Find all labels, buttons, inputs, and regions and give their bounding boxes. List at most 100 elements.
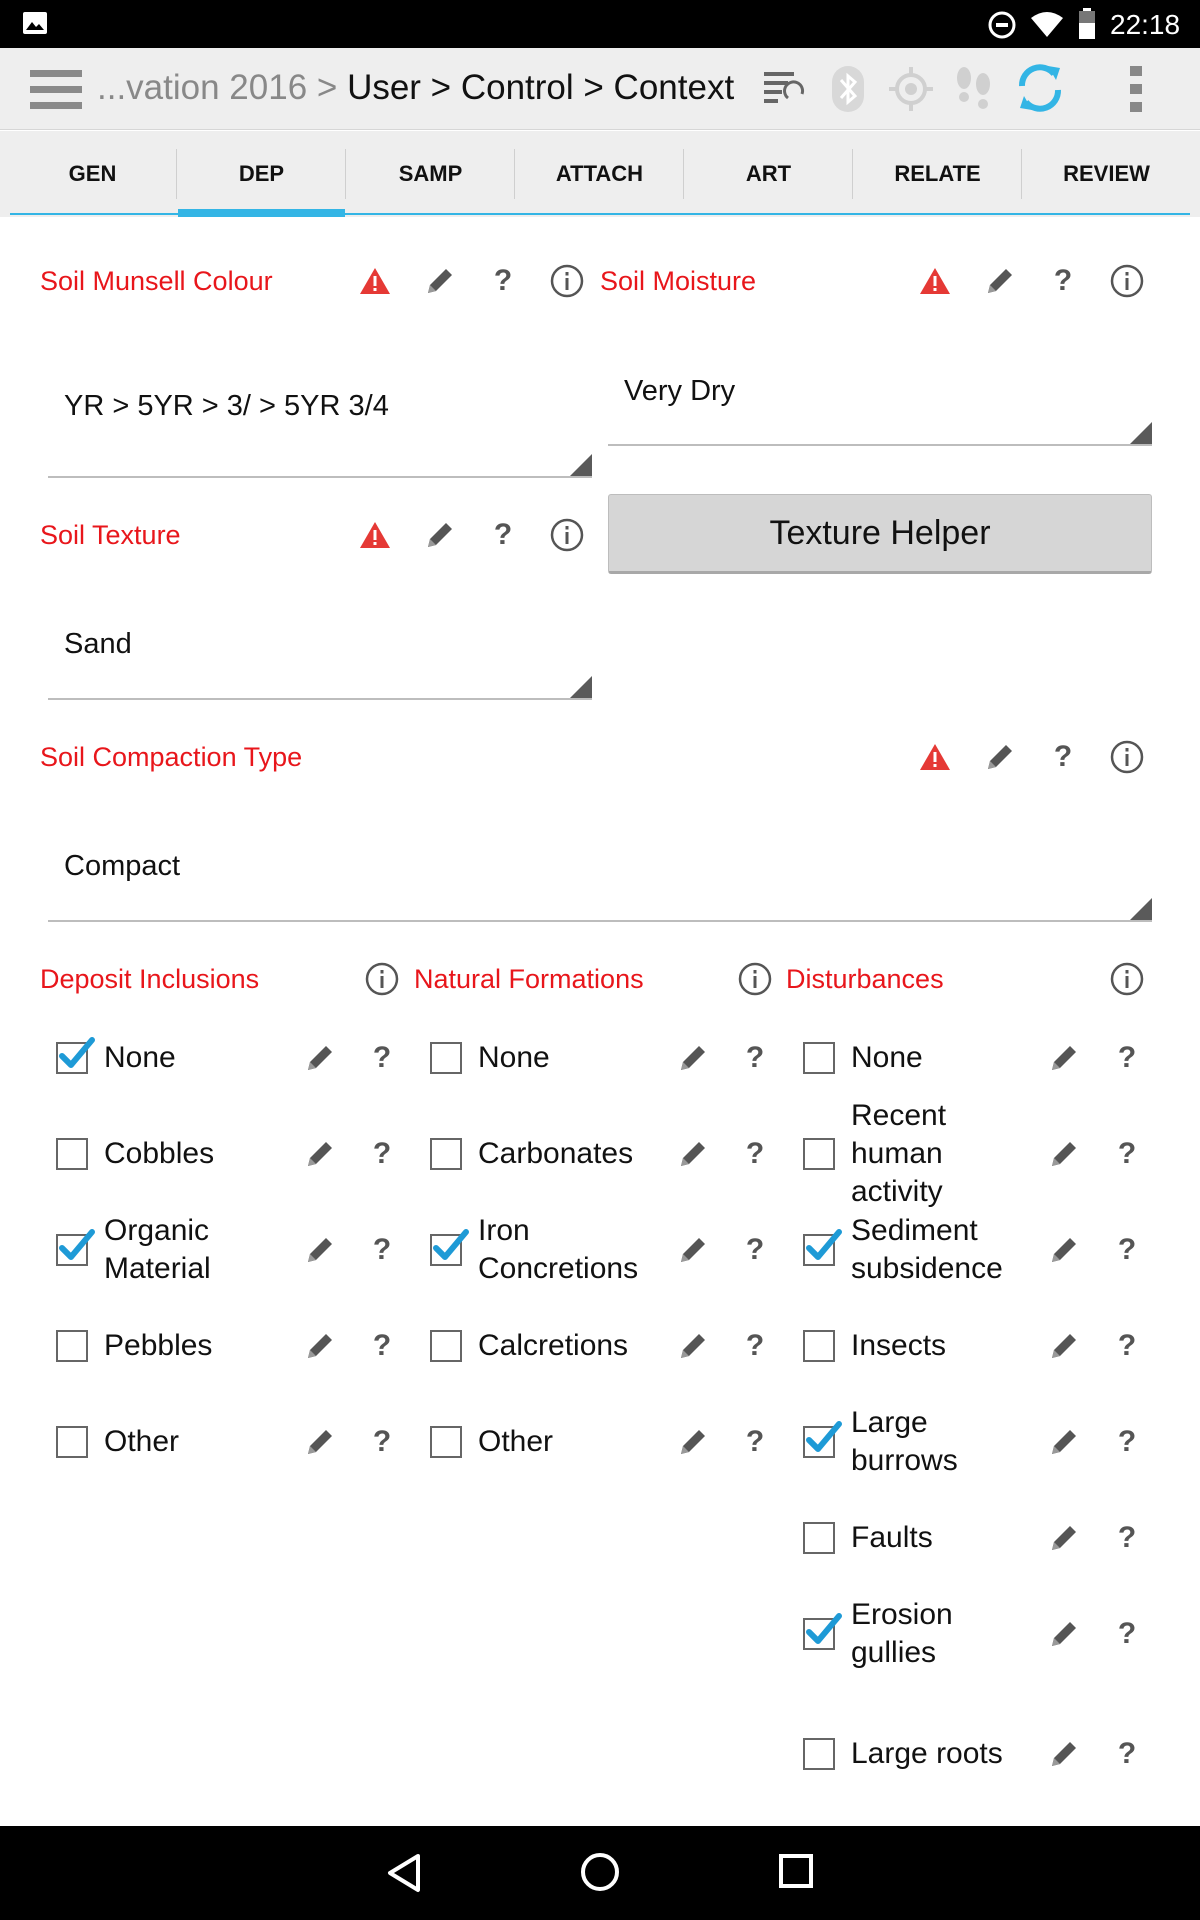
back-icon[interactable] <box>384 1852 424 1899</box>
tab-gen[interactable]: GEN <box>8 131 177 217</box>
edit-pencil-icon[interactable] <box>1044 1518 1084 1558</box>
checkbox[interactable] <box>803 1229 842 1266</box>
help-icon[interactable]: ? <box>1107 1134 1147 1174</box>
help-icon[interactable]: ? <box>1043 737 1083 777</box>
info-icon[interactable] <box>1107 261 1147 301</box>
info-icon[interactable] <box>547 515 587 555</box>
checkbox[interactable] <box>803 1613 842 1650</box>
edit-pencil-icon[interactable] <box>1044 1422 1084 1462</box>
edit-pencil-icon[interactable] <box>1044 1134 1084 1174</box>
tab-relate[interactable]: RELATE <box>853 131 1022 217</box>
checkbox[interactable] <box>803 1138 835 1170</box>
help-icon[interactable]: ? <box>735 1230 775 1270</box>
help-icon[interactable]: ? <box>1107 1422 1147 1462</box>
edit-pencil-icon[interactable] <box>300 1422 340 1462</box>
info-icon[interactable] <box>362 959 402 999</box>
help-icon[interactable]: ? <box>1107 1614 1147 1654</box>
checkbox[interactable] <box>430 1138 462 1170</box>
warning-icon[interactable] <box>355 261 395 301</box>
checkbox[interactable] <box>56 1330 88 1362</box>
help-icon[interactable]: ? <box>1107 1230 1147 1270</box>
help-icon[interactable]: ? <box>362 1038 402 1078</box>
edit-pencil-icon[interactable] <box>420 515 460 555</box>
tab-attach[interactable]: ATTACH <box>515 131 684 217</box>
edit-pencil-icon[interactable] <box>673 1038 713 1078</box>
info-icon[interactable] <box>735 959 775 999</box>
edit-pencil-icon[interactable] <box>673 1134 713 1174</box>
checkbox[interactable] <box>56 1138 88 1170</box>
moisture-value[interactable]: Very Dry <box>624 374 735 408</box>
compaction-value[interactable]: Compact <box>64 849 180 883</box>
edit-pencil-icon[interactable] <box>980 737 1020 777</box>
warning-icon[interactable] <box>355 515 395 555</box>
sync-list-icon[interactable] <box>762 68 806 113</box>
checkbox[interactable] <box>803 1421 842 1458</box>
info-icon[interactable] <box>547 261 587 301</box>
breadcrumb[interactable]: ...vation 2016 > User > Control > Contex… <box>97 68 734 108</box>
overflow-menu-icon[interactable] <box>1126 64 1146 119</box>
sync-icon[interactable] <box>1014 62 1066 119</box>
help-icon[interactable]: ? <box>1107 1038 1147 1078</box>
checkbox[interactable] <box>803 1522 835 1554</box>
bluetooth-icon[interactable] <box>828 64 868 119</box>
help-icon[interactable]: ? <box>483 261 523 301</box>
help-icon[interactable]: ? <box>735 1326 775 1366</box>
help-icon[interactable]: ? <box>483 515 523 555</box>
edit-pencil-icon[interactable] <box>1044 1230 1084 1270</box>
edit-pencil-icon[interactable] <box>1044 1614 1084 1654</box>
help-icon[interactable]: ? <box>1107 1518 1147 1558</box>
tab-art[interactable]: ART <box>684 131 853 217</box>
help-icon[interactable]: ? <box>1043 261 1083 301</box>
checkbox[interactable] <box>803 1330 835 1362</box>
edit-pencil-icon[interactable] <box>300 1230 340 1270</box>
tab-samp[interactable]: SAMP <box>346 131 515 217</box>
tracking-footprints-icon[interactable] <box>952 64 996 119</box>
recents-icon[interactable] <box>778 1853 814 1894</box>
info-icon[interactable] <box>1107 737 1147 777</box>
help-icon[interactable]: ? <box>735 1422 775 1462</box>
help-icon[interactable]: ? <box>735 1134 775 1174</box>
munsell-value[interactable]: YR > 5YR > 3/ > 5YR 3/4 <box>64 389 389 423</box>
texture-value[interactable]: Sand <box>64 627 132 661</box>
home-icon[interactable] <box>580 1852 620 1897</box>
checkbox-label: Large burrows <box>851 1406 958 1477</box>
edit-pencil-icon[interactable] <box>300 1326 340 1366</box>
edit-pencil-icon[interactable] <box>1044 1734 1084 1774</box>
info-icon[interactable] <box>1107 959 1147 999</box>
help-icon[interactable]: ? <box>735 1038 775 1078</box>
checkbox-label: None <box>104 1041 176 1074</box>
help-icon[interactable]: ? <box>362 1134 402 1174</box>
warning-icon[interactable] <box>915 261 955 301</box>
edit-pencil-icon[interactable] <box>420 261 460 301</box>
edit-pencil-icon[interactable] <box>980 261 1020 301</box>
menu-icon[interactable] <box>30 70 82 115</box>
checkbox-label: Sediment subsidence <box>851 1214 1003 1285</box>
edit-pencil-icon[interactable] <box>300 1134 340 1174</box>
gps-icon[interactable] <box>888 66 934 117</box>
checkbox[interactable] <box>430 1229 469 1266</box>
checkbox[interactable] <box>803 1738 835 1770</box>
edit-pencil-icon[interactable] <box>1044 1038 1084 1078</box>
edit-pencil-icon[interactable] <box>300 1038 340 1078</box>
checkbox[interactable] <box>430 1042 462 1074</box>
warning-icon[interactable] <box>915 737 955 777</box>
help-icon[interactable]: ? <box>1107 1326 1147 1366</box>
help-icon[interactable]: ? <box>362 1230 402 1270</box>
help-icon[interactable]: ? <box>362 1326 402 1366</box>
edit-pencil-icon[interactable] <box>673 1326 713 1366</box>
checkbox[interactable] <box>56 1229 95 1266</box>
checkbox[interactable] <box>430 1426 462 1458</box>
checkbox[interactable] <box>430 1330 462 1362</box>
help-icon[interactable]: ? <box>1107 1734 1147 1774</box>
checkbox[interactable] <box>803 1042 835 1074</box>
checkbox[interactable] <box>56 1037 95 1074</box>
checkbox[interactable] <box>56 1426 88 1458</box>
help-icon[interactable]: ? <box>362 1422 402 1462</box>
edit-pencil-icon[interactable] <box>1044 1326 1084 1366</box>
tab-review[interactable]: REVIEW <box>1022 131 1191 217</box>
texture-helper-button[interactable]: Texture Helper <box>608 494 1152 574</box>
edit-pencil-icon[interactable] <box>673 1422 713 1462</box>
app-bar: ...vation 2016 > User > Control > Contex… <box>0 48 1200 130</box>
edit-pencil-icon[interactable] <box>673 1230 713 1270</box>
tab-dep[interactable]: DEP <box>177 131 346 217</box>
